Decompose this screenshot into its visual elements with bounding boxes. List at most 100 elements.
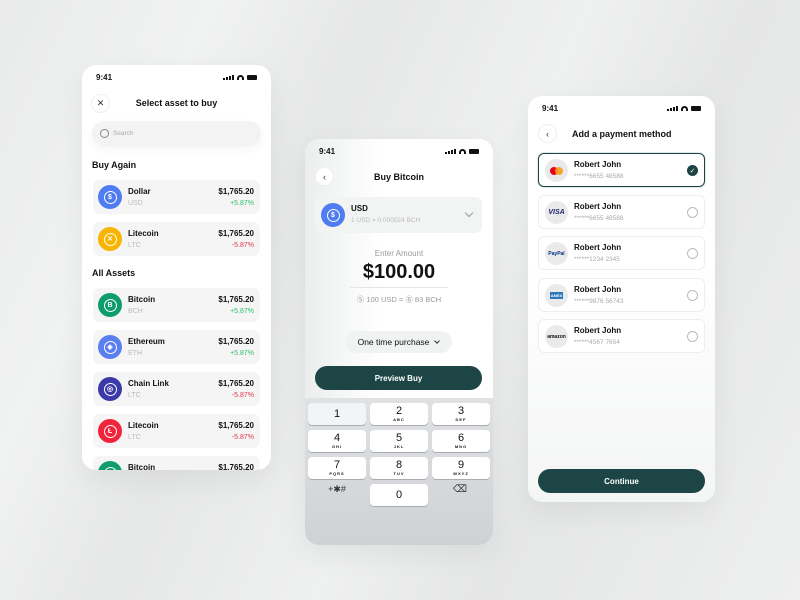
asset-change: +5.87% (230, 308, 254, 315)
chevron-down-icon (464, 208, 474, 218)
asset-name: Bitcoin (128, 463, 156, 470)
enter-amount-label: Enter Amount (374, 249, 424, 258)
payment-method-screen: 9:41 ‹ Add a payment method Robert John … (528, 96, 715, 502)
continue-button[interactable]: Continue (538, 469, 705, 493)
asset-change: +5.87% (230, 350, 254, 357)
signal-icon (223, 74, 234, 80)
card-number: ******9876 56743 (574, 297, 624, 305)
radio-button[interactable] (687, 289, 698, 301)
payment-method-amex[interactable]: AMEX Robert John ******9876 56743 (538, 277, 705, 312)
battery-icon (469, 148, 479, 154)
radio-button[interactable] (687, 331, 698, 343)
asset-item-litecoin[interactable]: Ł Litecoin LTC $1,765.20 -5.87% (93, 414, 260, 448)
mastercard-logo-icon (545, 159, 568, 182)
payment-method-amazon[interactable]: amazon Robert John ******4567 7654 (538, 319, 705, 354)
asset-change: -5.87% (231, 392, 254, 399)
cardholder-name: Robert John (574, 201, 622, 211)
key-digit: 4 (333, 432, 341, 444)
coin-icon: B (98, 293, 122, 317)
asset-price: $1,765.20 (218, 463, 254, 470)
asset-item-chain-link[interactable]: ◎ Chain Link LTC $1,765.20 -5.87% (93, 372, 260, 406)
purchase-type-label: One time purchase (357, 337, 430, 347)
payment-method-mastercard[interactable]: Robert John ******6655 48588 ✓ (538, 153, 705, 187)
amex-logo-icon: AMEX (545, 283, 568, 307)
key-6[interactable]: 6 MNO (432, 430, 490, 452)
key-letters: GHI (331, 444, 343, 449)
key-digit: 7 (333, 459, 341, 471)
status-bar: 9:41 (542, 102, 701, 114)
cardholder-name: Robert John (574, 284, 622, 294)
key-digit: 6 (457, 432, 465, 444)
key-digit: 9 (457, 459, 465, 471)
key-8[interactable]: 8 TUV (370, 457, 428, 479)
coin-icon: ✕ (98, 227, 122, 251)
currency-name: USD (351, 204, 368, 213)
coin-icon: ◎ (98, 377, 122, 401)
asset-price: $1,765.20 (218, 187, 254, 196)
key-digit: 8 (395, 459, 403, 471)
asset-symbol: USD (128, 200, 143, 207)
signal-icon (445, 148, 456, 154)
asset-item-ethereum[interactable]: ◈ Ethereum ETH $1,765.20 +5.87% (93, 330, 260, 364)
purchase-type-dropdown[interactable]: One time purchase (345, 331, 452, 353)
currency-selector[interactable]: $ USD 1 USD = 0.000024 BCH (315, 197, 482, 233)
key-7[interactable]: 7 PQRS (308, 457, 366, 479)
battery-icon (247, 74, 257, 80)
search-input[interactable]: Search (92, 121, 261, 146)
asset-price: $1,765.20 (218, 295, 254, 304)
coin-icon: Ł (98, 419, 122, 443)
asset-symbol: LTC (128, 434, 141, 441)
card-number: ******6655 48588 (574, 214, 624, 222)
asset-item-dollar[interactable]: $ Dollar USD $1,765.20 +5.87% (93, 180, 260, 214)
usd-coin-icon: $ (321, 203, 345, 227)
key-4[interactable]: 4 GHI (308, 430, 366, 452)
coin-icon: ◈ (98, 335, 122, 359)
asset-name: Litecoin (128, 229, 159, 238)
search-placeholder: Search (113, 130, 134, 137)
asset-change: -5.87% (231, 242, 254, 249)
key-letters: PQRS (329, 471, 345, 476)
key-digit: 5 (395, 432, 403, 444)
back-button[interactable]: ‹ (538, 124, 557, 143)
asset-symbol: BCH (128, 308, 143, 315)
key-5[interactable]: 5 JKL (370, 430, 428, 452)
radio-button[interactable] (687, 248, 698, 260)
backspace-key[interactable]: ⌫ (431, 484, 489, 495)
asset-item-bitcoin[interactable]: B Bitcoin BCH $1,765.20 +5.87% (93, 456, 260, 470)
card-number: ******1234 2345 (574, 256, 620, 264)
asset-symbol: LTC (128, 242, 141, 249)
asset-item-litecoin[interactable]: ✕ Litecoin LTC $1,765.20 -5.87% (93, 222, 260, 256)
status-time: 9:41 (542, 103, 559, 113)
select-asset-screen: 9:41 ✕ Select asset to buy Search Buy Ag… (82, 65, 271, 470)
cardholder-name: Robert John (574, 326, 622, 336)
preview-buy-button[interactable]: Preview Buy (315, 366, 482, 390)
asset-price: $1,765.20 (218, 337, 254, 346)
status-bar: 9:41 (96, 71, 257, 83)
asset-item-bitcoin[interactable]: B Bitcoin BCH $1,765.20 +5.87% (93, 288, 260, 322)
page-title: Add a payment method (572, 129, 672, 139)
symbols-key[interactable]: +✱# (308, 484, 366, 495)
status-time: 9:41 (319, 146, 336, 156)
cardholder-name: Robert John (574, 243, 622, 253)
radio-button[interactable] (687, 206, 698, 218)
key-9[interactable]: 9 WXYZ (432, 457, 490, 479)
buy-screen: 9:41 ‹ Buy Bitcoin $ USD 1 USD = 0.00002… (305, 139, 493, 545)
exchange-rate: 1 USD = 0.000024 BCH (351, 217, 421, 224)
chevron-left-icon: ‹ (546, 128, 549, 139)
payment-method-visa[interactable]: VISA Robert John ******6655 48588 (538, 194, 705, 229)
key-3[interactable]: 3 DEF (432, 403, 490, 425)
key-0[interactable]: 0 (370, 484, 428, 506)
payment-method-paypal[interactable]: PayPal Robert John ******1234 2345 (538, 236, 705, 271)
asset-name: Chain Link (128, 379, 169, 388)
asset-price: $1,765.20 (218, 379, 254, 388)
check-icon[interactable]: ✓ (687, 165, 698, 176)
key-1[interactable]: 1 (308, 403, 366, 425)
chevron-down-icon (434, 338, 441, 344)
asset-price: $1,765.20 (218, 421, 254, 430)
key-2[interactable]: 2 ABC (370, 403, 428, 425)
status-bar: 9:41 (319, 145, 479, 157)
asset-change: +5.87% (230, 200, 254, 207)
coin-icon: B (98, 461, 122, 470)
all-assets-heading: All Assets (92, 268, 136, 278)
amount-input[interactable]: $100.00 (305, 261, 493, 284)
